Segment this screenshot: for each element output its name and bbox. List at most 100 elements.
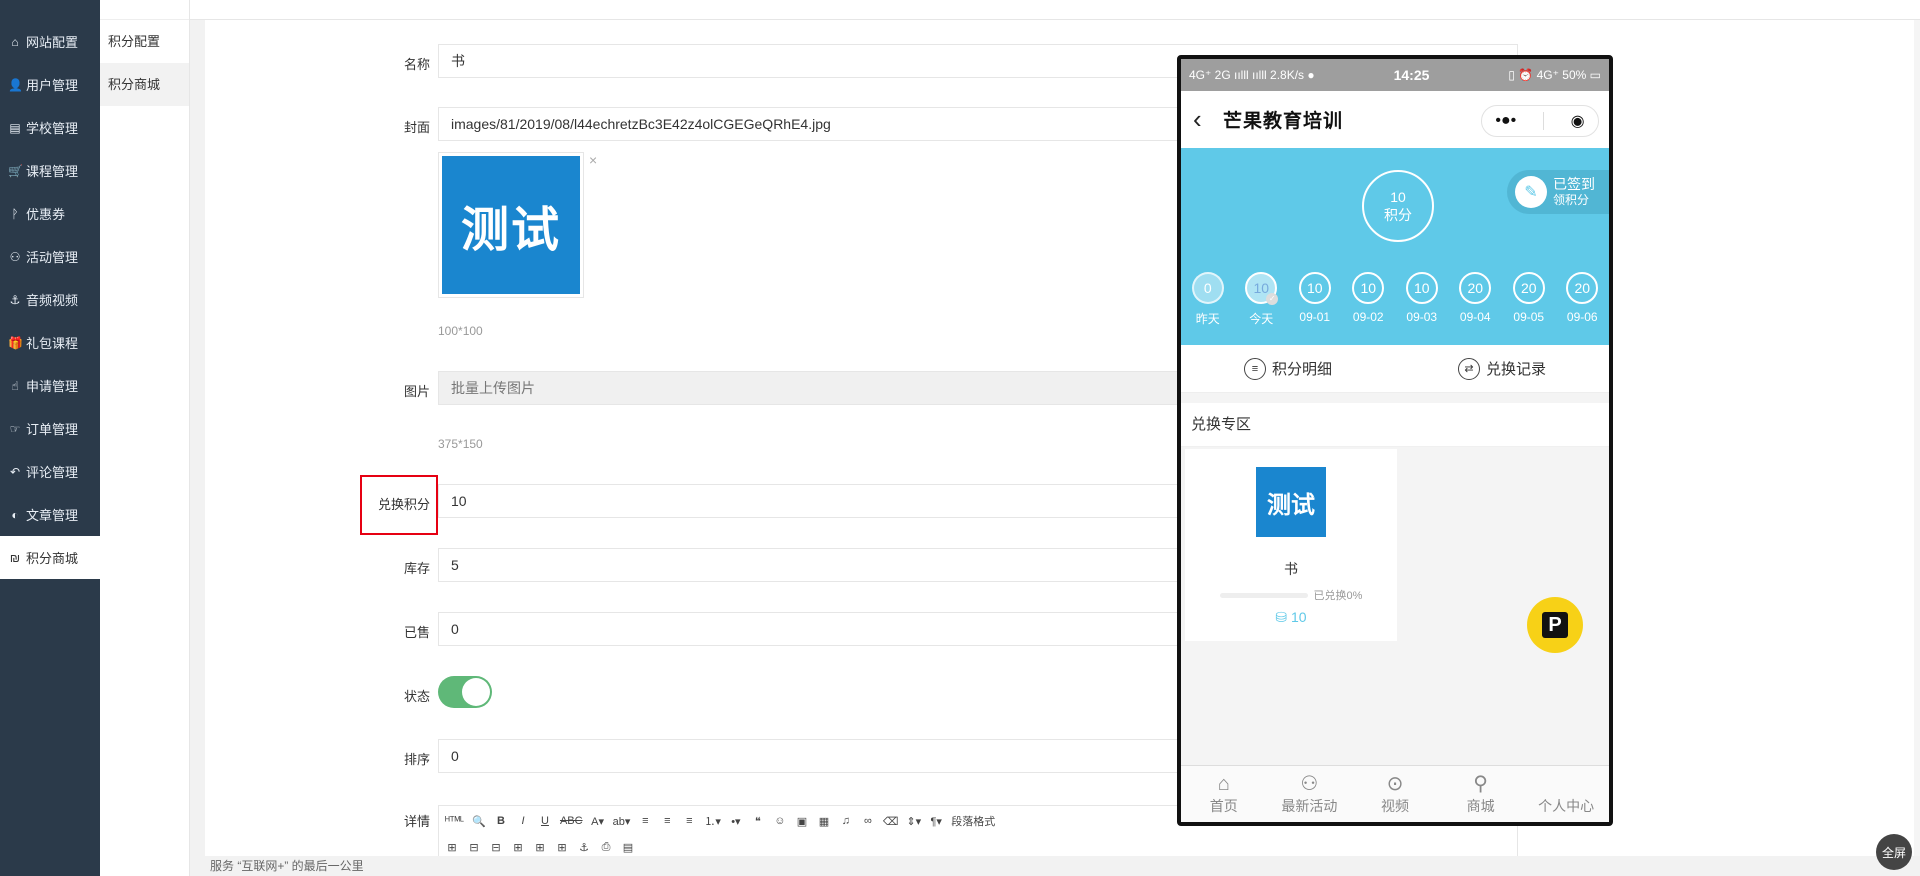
day-label: 昨天 (1195, 312, 1220, 326)
image-label: 图片 (403, 384, 430, 399)
line-height-icon[interactable]: ⇕▾ (906, 815, 921, 828)
day-label: 今天 (1249, 312, 1274, 326)
close-mini-program-icon[interactable]: ◉ (1571, 111, 1585, 131)
sidebar-item-comments[interactable]: ↶ 评论管理 (0, 450, 100, 493)
tab-mall[interactable]: ⚲ 商城 (1438, 772, 1523, 816)
insert-row-icon[interactable]: ⊟ (467, 841, 481, 854)
exchange-record-button[interactable]: ⇄ 兑换记录 (1457, 357, 1546, 380)
underline-icon[interactable]: U (538, 815, 552, 827)
sidebar-item-label: 优惠券 (26, 207, 66, 222)
tab-label: 个人中心 (1538, 798, 1595, 814)
tab-latest-activities[interactable]: ⚇ 最新活动 (1267, 772, 1352, 816)
day-points: 10 (1352, 272, 1385, 304)
sidebar-item-coupons[interactable]: ᚹ 优惠券 (0, 192, 100, 235)
gift-icon: 🎁 (8, 335, 23, 350)
product-card[interactable]: 测试 书 已兑换0% ⛁ 10 (1185, 449, 1397, 641)
subnav-item-points-mall[interactable]: 积分商城 (100, 63, 189, 106)
insert-col-icon[interactable]: ⊟ (489, 841, 503, 854)
sold-label: 已售 (403, 625, 430, 640)
close-icon[interactable]: × (589, 152, 597, 168)
detail-label: 详情 (403, 814, 430, 829)
tab-label: 最新活动 (1281, 798, 1338, 814)
toggle-knob (462, 678, 490, 706)
cover-label: 封面 (403, 120, 430, 135)
print-icon[interactable]: ⎙ (599, 841, 613, 854)
signed-in-text: 已签到 领积分 (1553, 176, 1595, 208)
video-icon[interactable]: ▦ (817, 815, 831, 828)
eraser-icon[interactable]: ⌫ (883, 815, 899, 828)
sidebar-item-label: 学校管理 (26, 121, 79, 136)
sign-in-day: 20 09-06 (1557, 272, 1607, 327)
sidebar-item-applications[interactable]: ☝ 申请管理 (0, 364, 100, 407)
split-cells-icon[interactable]: ⊞ (533, 841, 547, 854)
paragraph-format-select[interactable]: 段落格式 (951, 813, 995, 829)
sidebar-item-site-config[interactable]: ⌂ 网站配置 (0, 20, 100, 63)
search-icon[interactable]: 🔍 (472, 815, 486, 828)
quote-icon[interactable]: ❝ (751, 815, 765, 828)
coins-icon: ⛁ (1275, 609, 1288, 625)
bold-icon[interactable]: B (494, 815, 508, 827)
sidebar-item-courses[interactable]: 🛒 课程管理 (0, 149, 100, 192)
tab-video[interactable]: ⊙ 视频 (1352, 772, 1437, 816)
tab-label: 商城 (1466, 798, 1495, 814)
align-center-icon[interactable]: ≡ (660, 815, 674, 827)
font-color-icon[interactable]: A▾ (591, 815, 605, 828)
cover-thumbnail-image: 测试 (442, 156, 580, 294)
parking-badge[interactable]: P (1527, 597, 1583, 653)
more-icon[interactable]: •●• (1495, 112, 1516, 130)
list-icon: ≡ (1243, 357, 1266, 380)
image-icon[interactable]: ▣ (795, 815, 809, 828)
sidebar-item-gift-courses[interactable]: 🎁 礼包课程 (0, 321, 100, 364)
emoji-icon[interactable]: ☺ (773, 815, 787, 827)
paragraph-icon[interactable]: ¶▾ (929, 815, 943, 828)
sidebar-item-users[interactable]: 👤 用户管理 (0, 63, 100, 106)
video-icon: ⊙ (1386, 773, 1404, 795)
link-icon[interactable]: ∞ (861, 815, 875, 827)
tab-personal-center[interactable]: 个人中心 (1524, 772, 1609, 816)
day-points: 20 (1512, 272, 1545, 304)
sidebar-item-articles[interactable]: ◐ 文章管理 (0, 493, 100, 536)
sidebar-item-schools[interactable]: ▤ 学校管理 (0, 106, 100, 149)
points-total-value: 10 (1390, 189, 1406, 205)
anchor-icon[interactable]: ⚓ (577, 841, 591, 854)
product-points-value: 10 (1291, 609, 1307, 625)
sign-in-day: 20 09-04 (1450, 272, 1500, 327)
day-label: 09-06 (1566, 310, 1598, 324)
sidebar-item-media[interactable]: ⚓ 音频视频 (0, 278, 100, 321)
status-toggle[interactable] (438, 676, 492, 708)
sign-in-day: 10 09-02 (1343, 272, 1393, 327)
align-left-icon[interactable]: ≡ (638, 815, 652, 827)
preview-icon[interactable]: ▤ (621, 841, 635, 854)
status-right: ▯ ⏰ 4G⁺ 50% ▭ (1508, 68, 1601, 82)
fullscreen-button[interactable]: 全屏 (1876, 834, 1912, 870)
strikethrough-icon[interactable]: ABC (560, 815, 583, 827)
align-right-icon[interactable]: ≡ (682, 815, 696, 827)
ordered-list-icon[interactable]: ⒈▾ (704, 813, 721, 829)
subnav-item-points-config[interactable]: 积分配置 (100, 20, 189, 63)
sidebar-item-points-mall[interactable]: ₪ 积分商城 (0, 536, 100, 579)
coupon-icon: ᚹ (11, 206, 19, 221)
day-points: 20 (1566, 272, 1599, 304)
sidebar-item-label: 网站配置 (26, 35, 79, 50)
table-icon[interactable]: ⊞ (445, 841, 459, 854)
sidebar-item-orders[interactable]: ☞ 订单管理 (0, 407, 100, 450)
sign-in-day: 10 今天 (1236, 272, 1286, 327)
highlight-icon[interactable]: ab▾ (613, 815, 631, 828)
points-banner: 10 积分 ✎ 已签到 领积分 0 昨天 10 今天 10 09-01 10 09-02… (1181, 148, 1609, 345)
signed-in-button[interactable]: ✎ 已签到 领积分 (1507, 170, 1609, 214)
unordered-list-icon[interactable]: •▾ (729, 815, 743, 828)
back-icon[interactable]: ‹ (1193, 104, 1223, 135)
tab-home[interactable]: ⌂ 首页 (1181, 772, 1266, 816)
main-content: 名称 书 封面 images/81/2019/08/l44echretzBc3E… (205, 20, 1915, 867)
sidebar-item-activities[interactable]: ⚇ 活动管理 (0, 235, 100, 278)
merge-cells-icon[interactable]: ⊞ (511, 841, 525, 854)
points-detail-button[interactable]: ≡ 积分明细 (1243, 357, 1332, 380)
html-icon[interactable]: ᴴᵀᴹᴸ (445, 815, 464, 827)
music-icon[interactable]: ♫ (839, 815, 853, 827)
cover-thumbnail[interactable]: 测试 (438, 152, 584, 298)
italic-icon[interactable]: I (516, 815, 530, 827)
exchange-record-label: 兑换记录 (1485, 361, 1546, 378)
product-name: 书 (1284, 561, 1298, 577)
page-scrollbar[interactable] (1914, 20, 1920, 856)
delete-table-icon[interactable]: ⊞ (555, 841, 569, 854)
